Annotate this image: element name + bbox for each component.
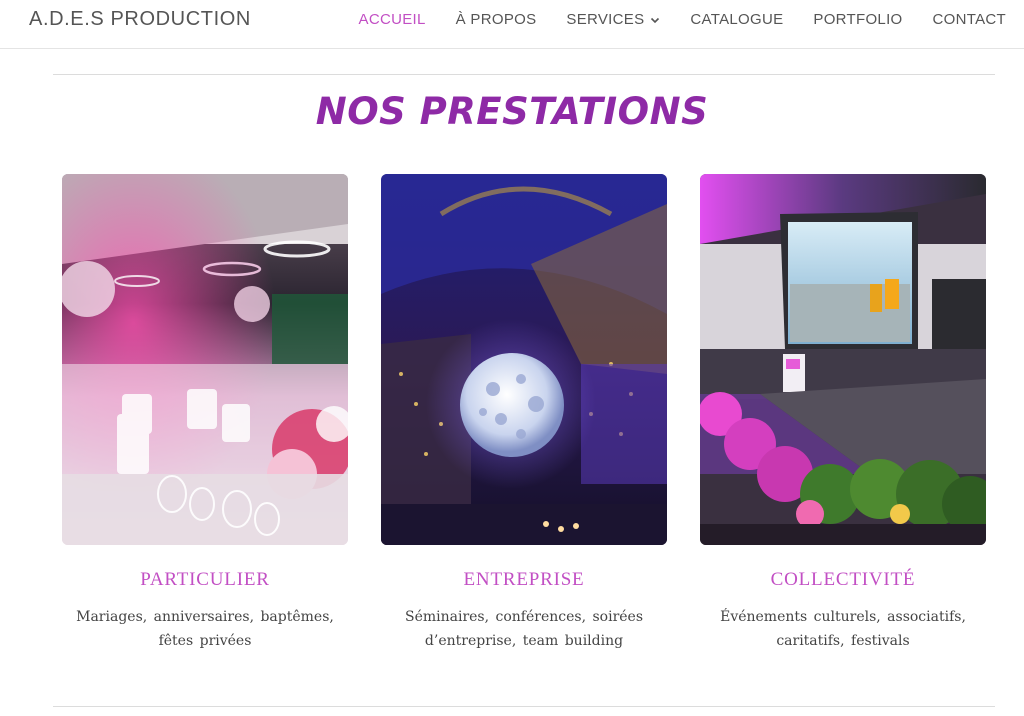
brand-logo[interactable]: A.D.E.S PRODUCTION: [29, 8, 251, 31]
service-card-particulier: PARTICULIER Mariages, anniversaires, bap…: [62, 174, 348, 653]
main-nav: ACCUEIL À PROPOS SERVICES CATALOGUE PORT…: [329, 11, 1006, 28]
card-title: ENTREPRISE: [463, 569, 585, 590]
nav-item-services[interactable]: SERVICES: [566, 11, 660, 28]
bottom-divider: [53, 706, 995, 707]
top-divider: [53, 74, 995, 75]
chevron-down-icon: [651, 17, 660, 23]
nav-item-contact[interactable]: CONTACT: [933, 11, 1006, 28]
nav-item-services-label: SERVICES: [566, 11, 645, 28]
card-description: Mariages, anniversaires, baptêmes, fêtes…: [62, 605, 348, 653]
card-description-line: Événements culturels, associatifs,: [720, 609, 966, 625]
service-card-entreprise: ENTREPRISE Séminaires, conférences, soir…: [381, 174, 667, 653]
card-description-line: fêtes privées: [158, 633, 252, 649]
card-description-line: d’entreprise, team building: [424, 633, 624, 649]
nav-item-portfolio[interactable]: PORTFOLIO: [813, 11, 902, 28]
conference-stage-photo[interactable]: [700, 174, 986, 545]
section-title: NOS PRESTATIONS: [315, 90, 709, 133]
nav-item-accueil[interactable]: ACCUEIL: [359, 11, 426, 28]
nav-item-a-propos[interactable]: À PROPOS: [456, 11, 537, 28]
service-card-collectivite: COLLECTIVITÉ Événements culturels, assoc…: [700, 174, 986, 653]
card-description-line: Mariages, anniversaires, baptêmes,: [76, 609, 334, 625]
wedding-reception-photo[interactable]: [62, 174, 348, 545]
top-navbar: A.D.E.S PRODUCTION ACCUEIL À PROPOS SERV…: [0, 0, 1024, 49]
nav-item-catalogue[interactable]: CATALOGUE: [690, 11, 783, 28]
card-description-line: Séminaires, conférences, soirées: [404, 609, 644, 625]
card-description-line: caritatifs, festivals: [776, 633, 910, 649]
card-description: Événements culturels, associatifs, carit…: [700, 605, 986, 653]
card-title: COLLECTIVITÉ: [770, 569, 916, 590]
corporate-event-photo[interactable]: [381, 174, 667, 545]
card-description: Séminaires, conférences, soirées d’entre…: [381, 605, 667, 653]
card-title: PARTICULIER: [140, 569, 270, 590]
